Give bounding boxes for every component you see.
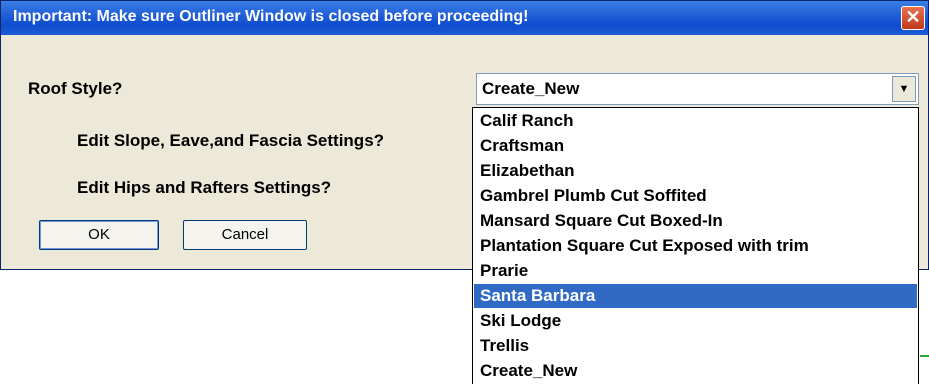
hips-settings-label: Edit Hips and Rafters Settings? bbox=[77, 178, 332, 197]
option-craftsman[interactable]: Craftsman bbox=[474, 134, 917, 158]
roof-style-label: Roof Style? bbox=[28, 79, 123, 98]
dropdown-toggle-button[interactable]: ▼ bbox=[892, 76, 916, 102]
option-plantation[interactable]: Plantation Square Cut Exposed with trim bbox=[474, 234, 917, 258]
close-icon: ✕ bbox=[905, 7, 921, 27]
cancel-button[interactable]: Cancel bbox=[183, 220, 307, 250]
option-prarie[interactable]: Prarie bbox=[474, 259, 917, 283]
roof-style-combobox[interactable]: Create_New ▼ bbox=[476, 73, 919, 105]
chevron-down-icon: ▼ bbox=[898, 83, 910, 95]
slope-settings-label: Edit Slope, Eave,and Fascia Settings? bbox=[77, 131, 385, 150]
option-elizabethan[interactable]: Elizabethan bbox=[474, 159, 917, 183]
roof-style-selected-value: Create_New bbox=[482, 79, 580, 98]
option-create-new[interactable]: Create_New bbox=[474, 359, 917, 383]
ok-button[interactable]: OK bbox=[39, 220, 159, 250]
option-gambrel[interactable]: Gambrel Plumb Cut Soffited bbox=[474, 184, 917, 208]
window-title: Important: Make sure Outliner Window is … bbox=[13, 8, 529, 25]
option-ski-lodge[interactable]: Ski Lodge bbox=[474, 309, 917, 333]
option-calif-ranch[interactable]: Calif Ranch bbox=[474, 109, 917, 133]
background-line bbox=[920, 355, 929, 357]
title-bar[interactable]: Important: Make sure Outliner Window is … bbox=[1, 1, 928, 35]
option-trellis[interactable]: Trellis bbox=[474, 334, 917, 358]
option-santa-barbara[interactable]: Santa Barbara bbox=[474, 284, 917, 308]
option-mansard[interactable]: Mansard Square Cut Boxed-In bbox=[474, 209, 917, 233]
close-button[interactable]: ✕ bbox=[901, 6, 925, 30]
roof-style-dropdown-list[interactable]: Calif Ranch Craftsman Elizabethan Gambre… bbox=[472, 107, 919, 384]
